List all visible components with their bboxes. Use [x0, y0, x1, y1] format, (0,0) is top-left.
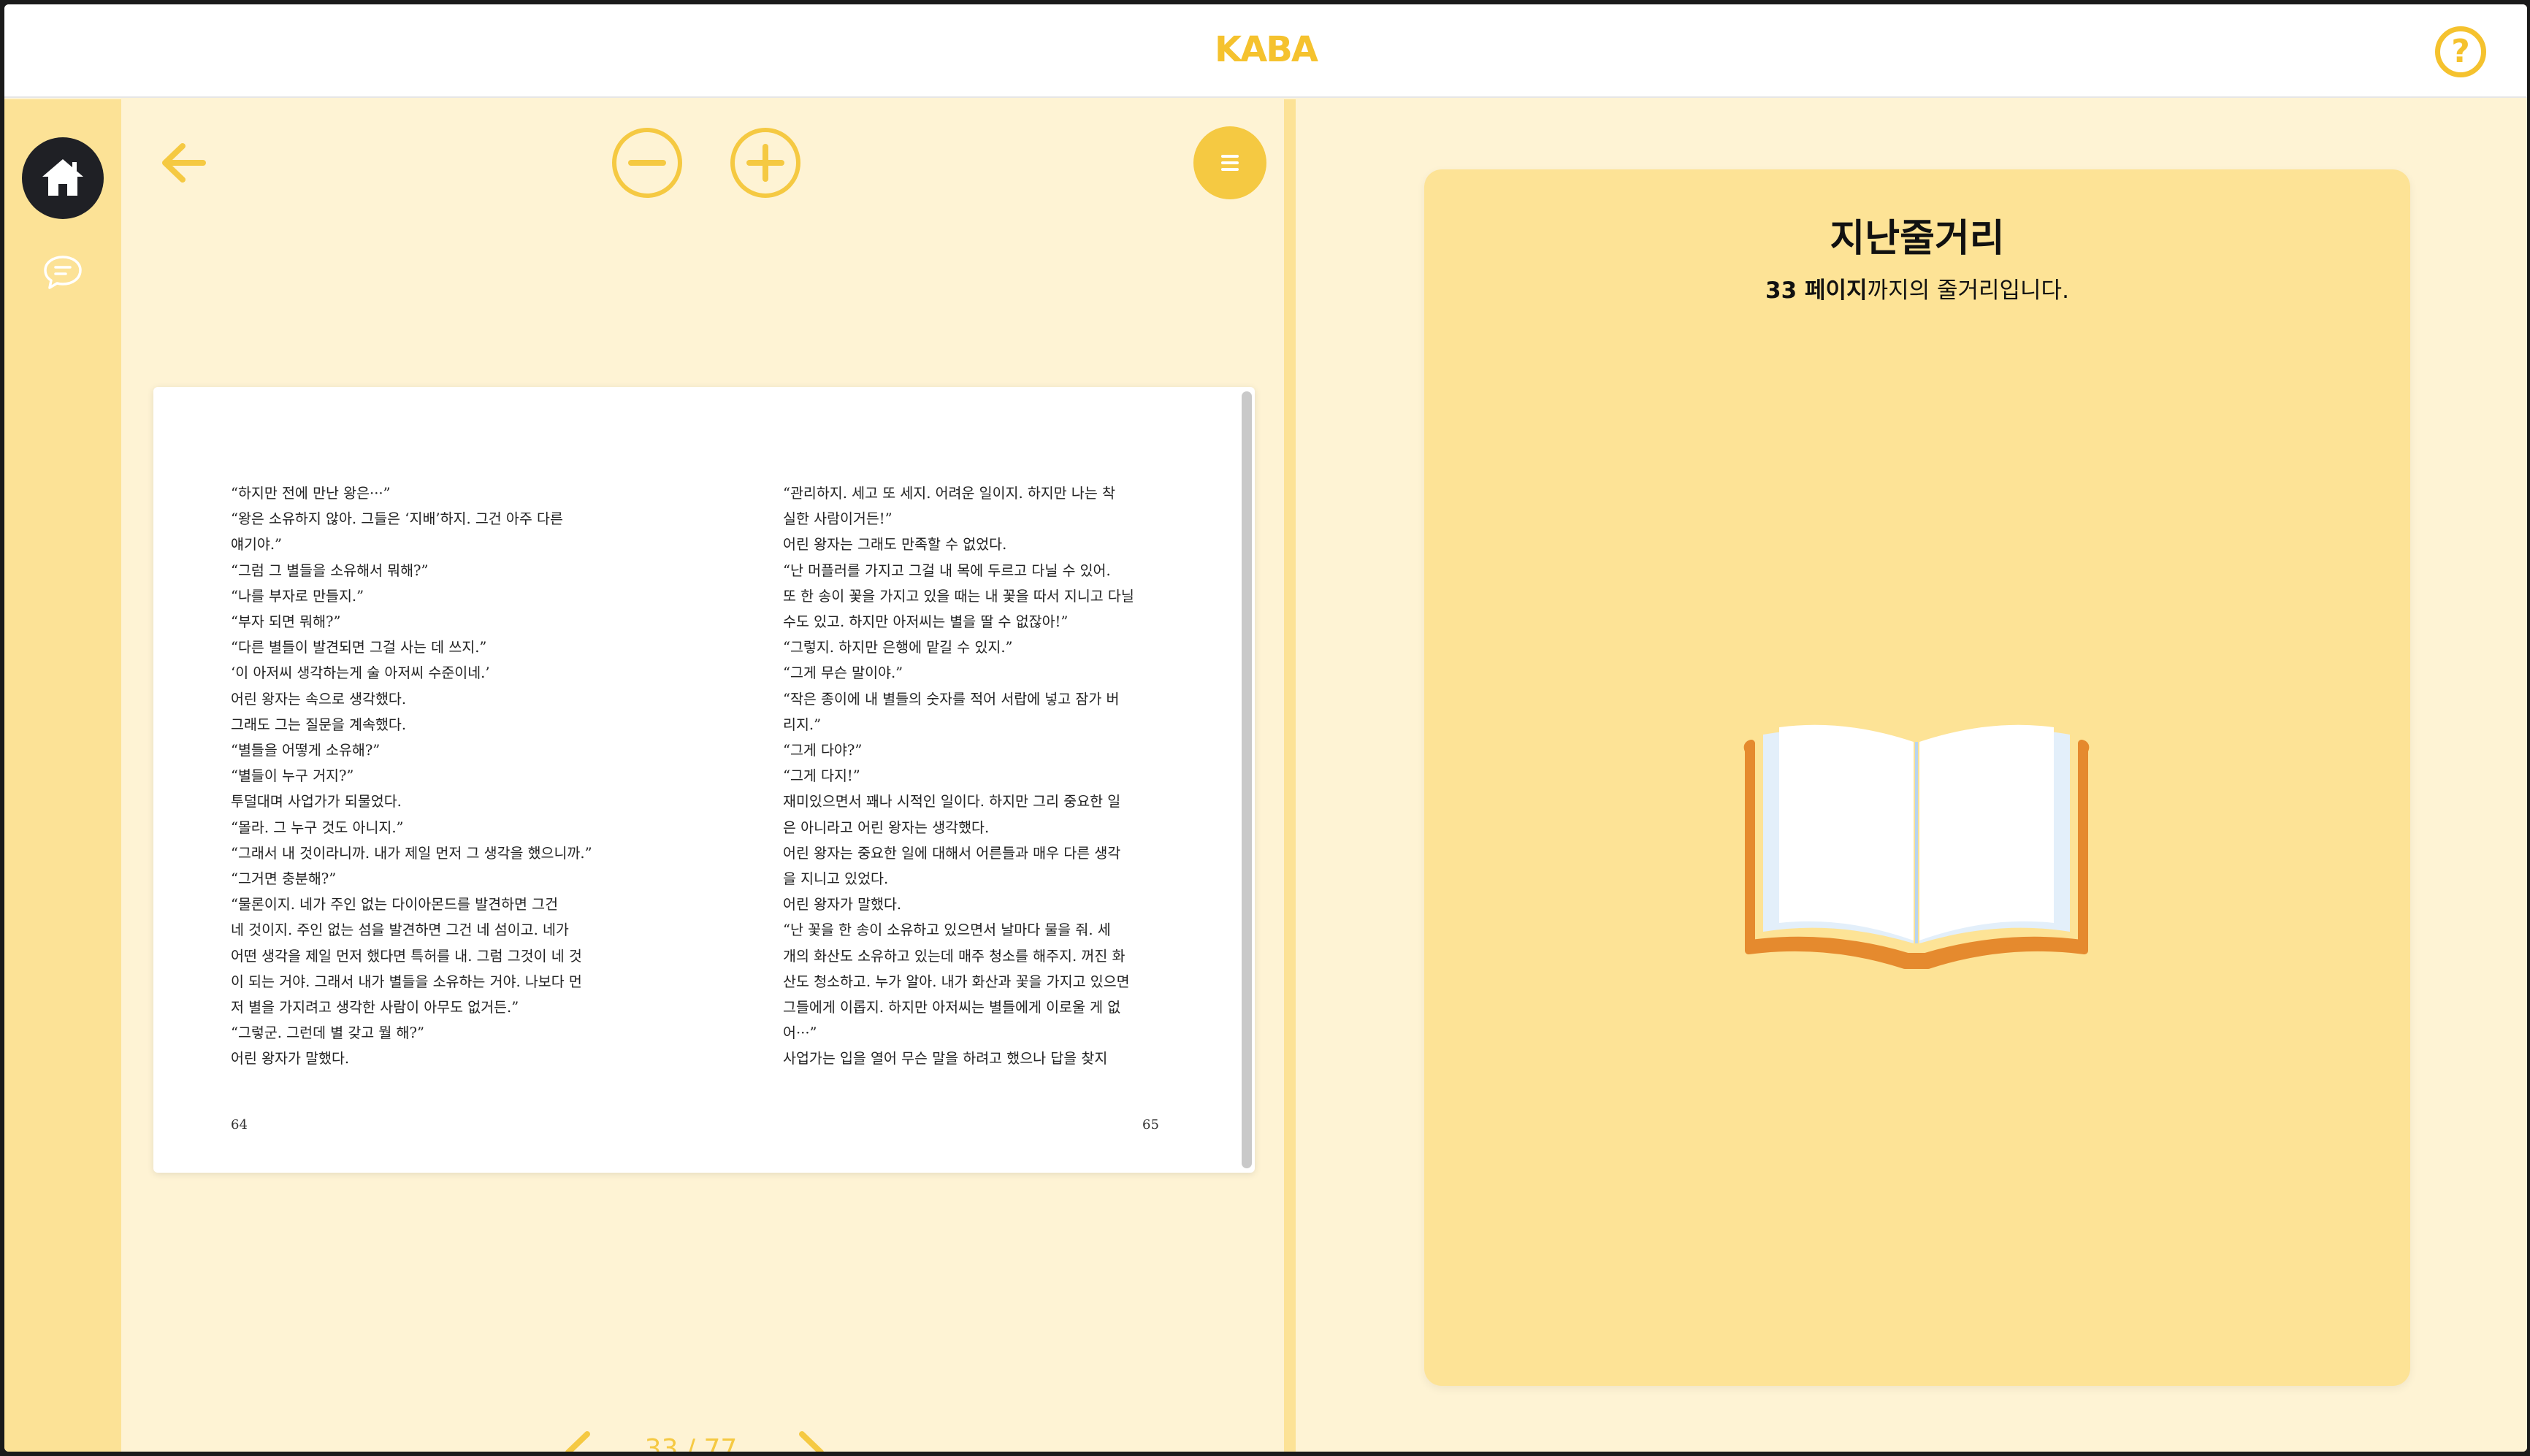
right-page-text: “관리하지. 세고 또 세지. 어려운 일이지. 하지만 나는 착실한 사람이거… [783, 480, 1163, 1072]
summary-panel: 지난줄거리 33 페이지까지의 줄거리입니다. [1296, 99, 2527, 1452]
text-line: “그렇군. 그런데 별 갖고 뭘 해?” [231, 1024, 424, 1042]
home-button[interactable] [22, 137, 104, 219]
text-line: 은 아니라고 어린 왕자는 생각했다. [783, 819, 990, 836]
text-line: “몰라. 그 누구 것도 아니지.” [231, 819, 404, 836]
text-line: “그게 다지!” [783, 767, 860, 785]
text-line: “그게 무슨 말이야.” [783, 664, 903, 682]
text-line: “나를 부자로 만들지.” [231, 587, 364, 605]
text-line: ‘이 아저씨 생각하는게 술 아저씨 수준이네.’ [231, 664, 490, 682]
next-page-button[interactable] [793, 1428, 830, 1452]
menu-button[interactable] [1193, 126, 1266, 199]
text-line: 을 지니고 있었다. [783, 870, 889, 888]
text-line: 그들에게 이롭지. 하지만 아저씨는 별들에게 이로울 게 없 [783, 999, 1121, 1016]
zoom-in-button[interactable] [729, 126, 802, 199]
chat-button[interactable] [42, 254, 83, 291]
text-line: 개의 화산도 소유하고 있는데 매주 청소를 해주지. 꺼진 화 [783, 947, 1125, 965]
plus-circle-icon [730, 128, 800, 198]
arrow-left-icon [162, 143, 206, 183]
text-line: 이 되는 거야. 그래서 내가 별들을 소유하는 거야. 나보다 먼 [231, 973, 582, 990]
text-line: “관리하지. 세고 또 세지. 어려운 일이지. 하지만 나는 착 [783, 485, 1115, 502]
text-line: 산도 청소하고. 누가 알아. 내가 화산과 꽃을 가지고 있으면 [783, 973, 1130, 990]
home-icon [42, 159, 83, 196]
summary-page-label: 33 페이지 [1765, 277, 1868, 304]
text-line: “왕은 소유하지 않아. 그들은 ‘지배’하지. 그건 아주 다른 [231, 510, 563, 528]
text-line: 투덜대며 사업가가 되물었다. [231, 793, 402, 811]
text-line: 어린 왕자가 말했다. [783, 896, 902, 913]
text-line: “그게 다야?” [783, 742, 863, 759]
text-line: 어···” [783, 1024, 817, 1042]
text-line: “그럼 그 별들을 소유해서 뭐해?” [231, 562, 429, 579]
text-line: 재미있으면서 꽤나 시적인 일이다. 하지만 그리 중요한 일 [783, 793, 1121, 811]
reader-panel: “하지만 전에 만난 왕은···” “왕은 소유하지 않아. 그들은 ‘지배’하지… [121, 99, 1287, 1452]
summary-card: 지난줄거리 33 페이지까지의 줄거리입니다. [1424, 169, 2410, 1386]
chevron-left-icon [565, 1431, 590, 1452]
summary-subtitle-text: 까지의 줄거리입니다. [1867, 277, 2069, 304]
back-button[interactable] [158, 137, 209, 188]
text-line: 또 한 송이 꽃을 가지고 있을 때는 내 꽃을 따서 지니고 다닐 [783, 587, 1134, 605]
text-line: 어린 왕자가 말했다. [231, 1050, 350, 1068]
text-line: 어린 왕자는 속으로 생각했다. [231, 690, 407, 708]
page-indicator: 33 / 77 [644, 1434, 738, 1452]
menu-lines-icon [1221, 155, 1239, 171]
brand-logo[interactable]: KABA [4, 29, 2527, 70]
text-line: “별들이 누구 거지?” [231, 767, 354, 785]
open-book-icon [1743, 724, 2090, 969]
chat-bubble-icon [44, 256, 82, 289]
text-line: “하지만 전에 만난 왕은···” [231, 485, 391, 502]
left-page-text: “하지만 전에 만난 왕은···” “왕은 소유하지 않아. 그들은 ‘지배’하지… [231, 480, 608, 1072]
text-line: “난 머플러를 가지고 그걸 내 목에 두르고 다닐 수 있어. [783, 562, 1111, 579]
text-line: 사업가는 입을 열어 무슨 말을 하려고 했으나 답을 찾지 [783, 1050, 1108, 1068]
text-line: “그래서 내 것이라니까. 내가 제일 먼저 그 생각을 했으니까.” [231, 844, 592, 862]
previous-page-button[interactable] [559, 1428, 596, 1452]
text-line: “그렇지. 하지만 은행에 맡길 수 있지.” [783, 639, 1013, 656]
text-line: 실한 사람이거든!” [783, 510, 893, 528]
zoom-out-button[interactable] [611, 126, 684, 199]
text-line: “별들을 어떻게 소유해?” [231, 742, 381, 759]
text-line: 저 별을 가지려고 생각한 사람이 아무도 없거든.” [231, 999, 519, 1016]
text-line: “그거면 충분해?” [231, 870, 337, 888]
help-button[interactable]: ? [2435, 26, 2486, 77]
text-line: 수도 있고. 하지만 아저씨는 별을 딸 수 없잖아!” [783, 613, 1069, 631]
text-line: 어떤 생각을 제일 먼저 했다면 특허를 내. 그럼 그것이 네 것 [231, 947, 582, 965]
text-line: 네 것이지. 주인 없는 섬을 발견하면 그건 네 섬이고. 네가 [231, 922, 569, 939]
sidebar [4, 99, 121, 1452]
left-page-number: 64 [231, 1117, 248, 1133]
viewer-scrollbar[interactable] [1242, 391, 1252, 1168]
text-line: 어린 왕자는 중요한 일에 대해서 어른들과 매우 다른 생각 [783, 844, 1121, 862]
open-book-illustration [1741, 724, 2092, 970]
right-page-number: 65 [1142, 1117, 1159, 1133]
text-line: “다른 별들이 발견되면 그걸 사는 데 쓰지.” [231, 639, 487, 656]
app-window: KABA ? “하지만 전에 만난 왕은···” “왕은 소유하지 않아. 그들… [4, 4, 2527, 1452]
text-line: 어린 왕자는 그래도 만족할 수 없었다. [783, 536, 1007, 553]
text-line: 리지.” [783, 716, 822, 733]
chevron-right-icon [799, 1431, 824, 1452]
panel-divider[interactable] [1284, 99, 1296, 1452]
text-line: “작은 종이에 내 별들의 숫자를 적어 서랍에 넣고 잠가 버 [783, 690, 1120, 708]
top-header: KABA ? [4, 4, 2527, 98]
text-line: “난 꽃을 한 송이 소유하고 있으면서 날마다 물을 줘. 세 [783, 922, 1111, 939]
summary-title: 지난줄거리 [1830, 217, 2005, 261]
text-line: 얘기야.” [231, 536, 282, 553]
text-line: “물론이지. 네가 주인 없는 다이아몬드를 발견하면 그건 [231, 896, 559, 913]
text-line: “부자 되면 뭐해?” [231, 613, 341, 631]
book-spread-viewer[interactable]: “하지만 전에 만난 왕은···” “왕은 소유하지 않아. 그들은 ‘지배’하지… [153, 387, 1255, 1173]
summary-subtitle: 33 페이지까지의 줄거리입니다. [1424, 272, 2410, 304]
text-line: 그래도 그는 질문을 계속했다. [231, 716, 407, 733]
minus-circle-icon [612, 128, 682, 198]
